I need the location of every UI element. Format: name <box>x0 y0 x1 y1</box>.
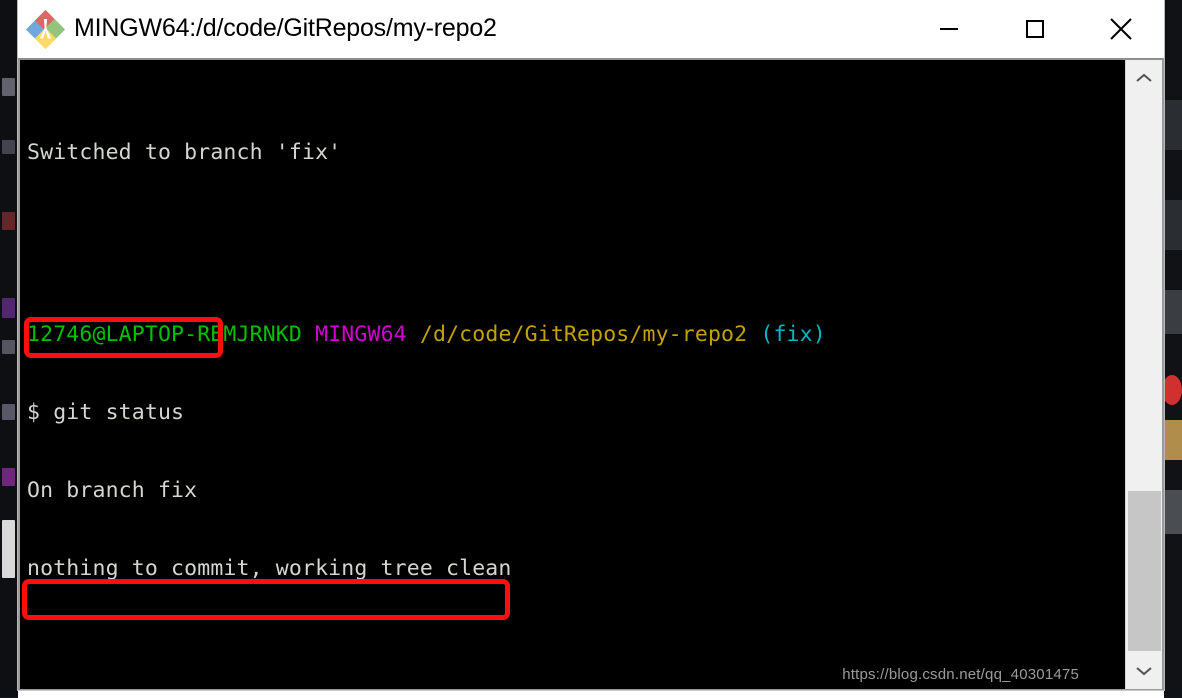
bg-icon <box>1162 290 1182 334</box>
bg-chip <box>2 468 15 486</box>
prompt-path: /d/code/GitRepos/my-repo2 <box>419 322 748 347</box>
line-text: $ git status <box>27 400 185 425</box>
bg-chip <box>2 520 15 578</box>
bg-chip <box>2 78 15 96</box>
terminal-line: nothing to commit, working tree clean <box>27 556 957 582</box>
maximize-icon <box>1026 19 1044 38</box>
chevron-up-icon <box>1136 73 1152 82</box>
bg-chip <box>2 298 15 318</box>
minimize-icon <box>940 27 958 30</box>
window-title: MINGW64:/d/code/GitRepos/my-repo2 <box>74 14 497 42</box>
bg-icon <box>1162 200 1182 250</box>
bg-chip <box>2 340 15 354</box>
maximize-button[interactable] <box>992 0 1078 57</box>
bg-icon <box>1162 420 1182 460</box>
prompt-branch: (fix) <box>760 322 826 347</box>
scrollbar-thumb[interactable] <box>1128 491 1161 651</box>
desktop-right-strip <box>1162 0 1182 697</box>
prompt-user-host: 12746@LAPTOP-RBMJRNKD <box>27 322 302 347</box>
window-titlebar: MINGW64:/d/code/GitRepos/my-repo2 <box>18 0 1164 58</box>
terminal-frame: Switched to branch 'fix' 12746@LAPTOP-RB… <box>18 58 1164 691</box>
bg-chip <box>2 212 15 230</box>
terminal-screen[interactable]: Switched to branch 'fix' 12746@LAPTOP-RB… <box>20 60 1125 689</box>
terminal-prompt-line: 12746@LAPTOP-RBMJRNKD MINGW64 /d/code/Gi… <box>27 322 957 348</box>
bg-icon <box>1162 100 1182 150</box>
terminal-line: Switched to branch 'fix' <box>27 140 957 166</box>
scrollbar-up-button[interactable] <box>1126 60 1162 96</box>
chevron-down-icon <box>1136 667 1152 676</box>
window-controls <box>906 0 1164 57</box>
terminal-output: Switched to branch 'fix' 12746@LAPTOP-RB… <box>27 62 957 689</box>
line-text: On branch fix <box>27 478 198 503</box>
terminal-command-line: $ git status <box>27 400 957 426</box>
mintty-diamonds-icon <box>25 9 66 49</box>
line-text: nothing to commit, working tree clean <box>27 556 512 581</box>
scrollbar-down-button[interactable] <box>1126 653 1162 689</box>
close-icon <box>1110 17 1132 40</box>
bg-chip <box>2 140 15 154</box>
prompt-shell: MINGW64 <box>315 322 407 347</box>
close-button[interactable] <box>1078 0 1164 57</box>
bg-icon <box>1162 490 1182 534</box>
desktop-left-strip <box>0 0 20 697</box>
minimize-button[interactable] <box>906 0 992 57</box>
bg-chip <box>2 404 15 420</box>
line-text: Switched to branch 'fix' <box>27 140 342 165</box>
mintty-window: MINGW64:/d/code/GitRepos/my-repo2 Switch… <box>18 0 1164 691</box>
watermark-text: https://blog.csdn.net/qq_40301475 <box>842 666 1079 683</box>
terminal-scrollbar[interactable] <box>1125 60 1162 689</box>
bg-icon <box>1162 375 1182 405</box>
terminal-line: On branch fix <box>27 478 957 504</box>
